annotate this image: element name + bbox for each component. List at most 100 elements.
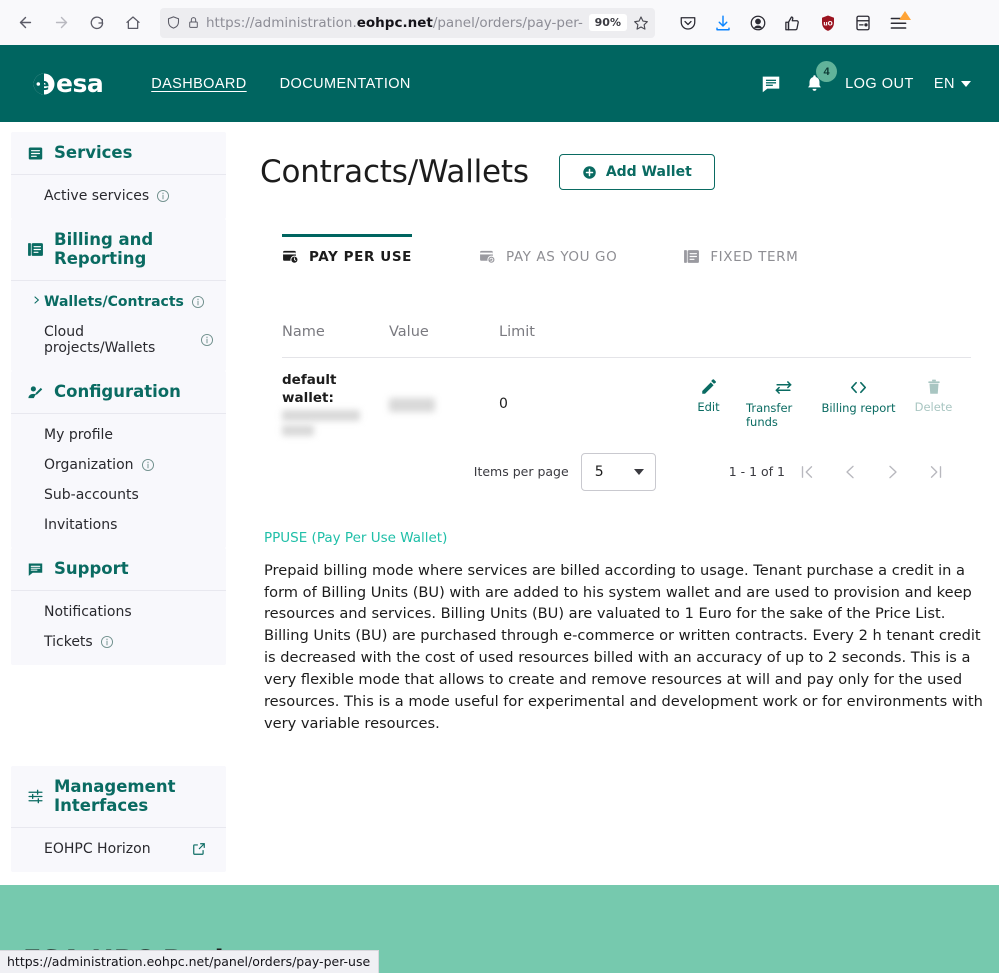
- table-row: default wallet: 0 Edit Transfer funds Bi…: [282, 358, 971, 450]
- sidebar-item-label: Tickets: [44, 633, 93, 650]
- sidebar-section-items: EOHPC Horizon: [11, 828, 226, 872]
- forward-arrow-icon[interactable]: [44, 6, 78, 40]
- tab-fixed-term[interactable]: FIXED TERM: [683, 248, 798, 279]
- padlock-icon[interactable]: [187, 16, 200, 29]
- billing-report-button[interactable]: Billing report: [821, 378, 896, 429]
- address-bar[interactable]: https://administration.eohpc.net/panel/o…: [160, 7, 655, 38]
- sidebar-item-sub-accounts[interactable]: Sub-accounts: [11, 480, 226, 510]
- sidebar-item-notifications[interactable]: Notifications: [11, 597, 226, 627]
- sidebar-item-organization[interactable]: Organization: [11, 450, 226, 480]
- wallet-name-label: default wallet:: [282, 372, 337, 406]
- previous-page-icon[interactable]: [828, 452, 871, 492]
- add-wallet-button[interactable]: Add Wallet: [558, 154, 715, 190]
- app-header: e esa DASHBOARD DOCUMENTATION 4 LOG OUT …: [0, 45, 999, 122]
- sidebar-section-title: Services: [54, 143, 133, 162]
- last-page-icon[interactable]: [914, 452, 957, 492]
- sidebar-section-services: Services Active services: [11, 132, 226, 219]
- tab-pay-per-use[interactable]: PAY PER USE: [282, 234, 413, 279]
- tab-spacer: [412, 248, 479, 279]
- home-icon[interactable]: [116, 6, 150, 40]
- items-per-page-select[interactable]: 5: [580, 452, 656, 491]
- info-icon[interactable]: [200, 333, 214, 347]
- sidebar-section-header[interactable]: Billing and Reporting: [11, 219, 226, 281]
- sidebar-section-header[interactable]: Management Interfaces: [11, 766, 226, 828]
- sidebar-item-label: Notifications: [44, 603, 132, 620]
- sidebar-section-header[interactable]: Services: [11, 132, 226, 175]
- back-arrow-icon[interactable]: [8, 6, 42, 40]
- save-to-device-icon[interactable]: [850, 10, 876, 36]
- redacted-wallet-id-2: [282, 424, 314, 436]
- table-header-row: Name Value Limit: [282, 324, 971, 358]
- star-icon[interactable]: [633, 15, 649, 31]
- card-refresh-icon: [479, 248, 496, 265]
- info-icon[interactable]: [156, 189, 170, 203]
- action-label: Edit: [697, 400, 720, 415]
- first-page-icon[interactable]: [785, 452, 828, 492]
- notification-bell-icon[interactable]: 4: [804, 61, 838, 94]
- info-icon[interactable]: [191, 295, 205, 309]
- logout-button[interactable]: LOG OUT: [845, 76, 914, 92]
- sidebar-section-items: My profile Organization Sub-accounts Inv…: [11, 414, 226, 548]
- sidebar-section-title: Support: [54, 558, 129, 578]
- nav-link-dashboard[interactable]: DASHBOARD: [151, 76, 246, 92]
- column-header-limit: Limit: [499, 324, 535, 340]
- sidebar-item-active-services[interactable]: Active services: [11, 181, 226, 211]
- pencil-icon: [700, 378, 718, 396]
- person-edit-icon: [27, 384, 44, 401]
- sidebar-item-label: EOHPC Horizon: [44, 840, 151, 857]
- wallet-type-tabs: PAY PER USE PAY AS YOU GO FIXED TERM: [260, 234, 985, 280]
- sidebar-item-eohpc-horizon[interactable]: EOHPC Horizon: [11, 834, 226, 864]
- sidebar-item-label: Wallets/Contracts: [44, 293, 184, 310]
- column-header-value: Value: [389, 324, 429, 340]
- sidebar-item-cloud-projects-wallets[interactable]: Cloud projects/Wallets: [11, 317, 226, 363]
- next-page-icon[interactable]: [871, 452, 914, 492]
- account-icon[interactable]: [745, 10, 771, 36]
- sliders-icon: [27, 788, 44, 805]
- info-icon[interactable]: [141, 458, 155, 472]
- browser-status-bar: https://administration.eohpc.net/panel/o…: [0, 950, 380, 973]
- action-label: Transfer funds: [746, 401, 793, 430]
- paginator: Items per page 5 1 - 1 of 1: [282, 452, 971, 492]
- sidebar-section-items: Wallets/Contracts Cloud projects/Wallets: [11, 281, 226, 371]
- tab-pay-as-you-go[interactable]: PAY AS YOU GO: [479, 248, 617, 279]
- pocket-icon[interactable]: [675, 10, 701, 36]
- items-per-page-value: 5: [594, 463, 604, 480]
- sidebar-section-support: Support Notifications Tickets: [11, 547, 226, 665]
- sidebar-item-invitations[interactable]: Invitations: [11, 510, 226, 540]
- chat-bubble-icon[interactable]: [758, 71, 784, 97]
- header-nav: DASHBOARD DOCUMENTATION: [151, 76, 411, 92]
- sidebar-section-items: Notifications Tickets: [11, 591, 226, 665]
- sidebar-item-label: Sub-accounts: [44, 486, 139, 503]
- extensions-icon[interactable]: [780, 10, 806, 36]
- nav-link-documentation[interactable]: DOCUMENTATION: [280, 76, 411, 92]
- info-title: PPUSE (Pay Per Use Wallet): [264, 529, 448, 546]
- page-title: Contracts/Wallets: [260, 154, 529, 190]
- info-icon[interactable]: [100, 635, 114, 649]
- plus-circle-icon: [582, 165, 597, 180]
- app-menu-icon[interactable]: [885, 10, 911, 36]
- sidebar-item-tickets[interactable]: Tickets: [11, 627, 226, 657]
- sidebar-item-wallets-contracts[interactable]: Wallets/Contracts: [11, 287, 226, 317]
- page-body: Services Active services Billing and Rep…: [0, 122, 999, 885]
- info-description: Prepaid billing mode where services are …: [264, 561, 983, 732]
- browser-toolbar: https://administration.eohpc.net/panel/o…: [0, 0, 999, 45]
- language-selector[interactable]: EN: [934, 76, 971, 92]
- transfer-funds-button[interactable]: Transfer funds: [746, 378, 821, 429]
- ublock-origin-icon[interactable]: uO: [815, 10, 841, 36]
- sidebar-section-header[interactable]: Support: [11, 548, 226, 591]
- delete-button[interactable]: Delete: [896, 378, 971, 429]
- url-text[interactable]: https://administration.eohpc.net/panel/o…: [206, 15, 583, 31]
- zoom-level-badge[interactable]: 90%: [588, 14, 627, 31]
- trash-icon: [925, 378, 943, 396]
- billing-documents-icon: [27, 241, 44, 258]
- sidebar-section-header[interactable]: Configuration: [11, 371, 226, 414]
- edit-button[interactable]: Edit: [671, 378, 746, 429]
- sidebar-section-title: Configuration: [54, 381, 181, 401]
- external-link-icon[interactable]: [192, 842, 206, 856]
- downloads-icon[interactable]: [710, 10, 736, 36]
- esa-logo[interactable]: e esa: [30, 70, 104, 98]
- sidebar-item-my-profile[interactable]: My profile: [11, 420, 226, 450]
- reload-icon[interactable]: [80, 6, 114, 40]
- tracking-protection-shield-icon[interactable]: [166, 15, 181, 30]
- items-per-page-label: Items per page: [473, 464, 569, 480]
